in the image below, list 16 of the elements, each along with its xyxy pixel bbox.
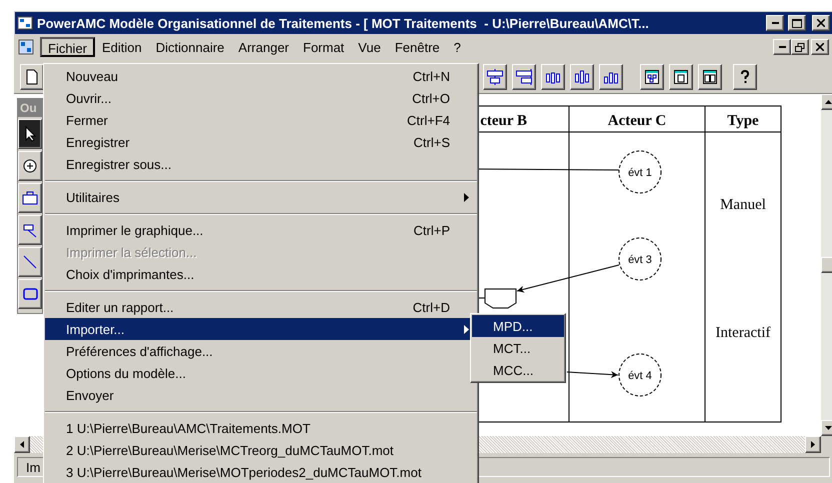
shortcut-text: Ctrl+P — [414, 222, 450, 238]
shortcut-text: Ctrl+S — [414, 134, 450, 150]
window-title: PowerAMC Modèle Organisationnel de Traitements - [ MOT Traitements - U:\Pierre\Bureau\AMC\T... — [37, 16, 650, 30]
column-header: cteur B — [480, 113, 527, 129]
event-label: évt 3 — [628, 254, 652, 266]
palette-title: Ou — [18, 99, 42, 117]
shortcut-text: Ctrl+F4 — [407, 112, 450, 128]
event-label: évt 1 — [628, 167, 652, 179]
shortcut-text: Ctrl+N — [412, 68, 450, 84]
type-label: Manuel — [720, 197, 766, 213]
shortcut-text: Ctrl+O — [412, 90, 450, 106]
event-label: évt 4 — [628, 370, 652, 382]
type-label: Interactif — [716, 325, 770, 341]
shortcut-text: Ctrl+D — [412, 300, 450, 314]
column-header: Acteur C — [608, 113, 666, 129]
column-header: Type — [727, 113, 759, 129]
